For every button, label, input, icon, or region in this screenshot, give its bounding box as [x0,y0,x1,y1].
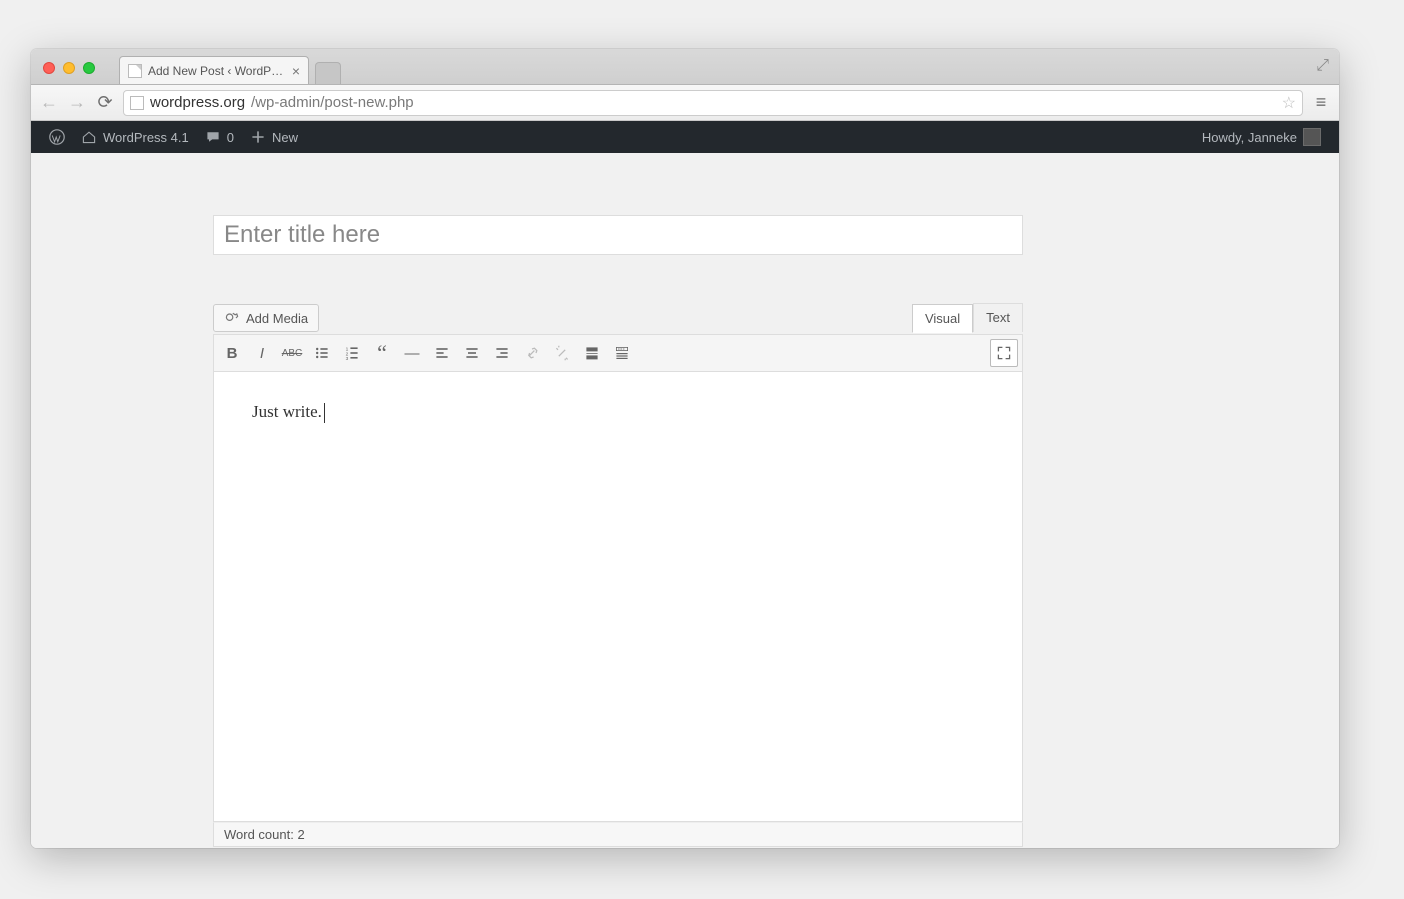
wordcount-value: 2 [297,827,304,842]
align-right-icon [494,345,510,361]
new-tab-button[interactable] [315,62,341,84]
reload-button[interactable]: ⟳ [95,92,115,113]
toolbar-toggle-button[interactable] [608,339,636,367]
align-left-icon [434,345,450,361]
editor-statusbar: Word count: 2 [213,822,1023,847]
read-more-button[interactable] [578,339,606,367]
blockquote-button[interactable]: “ [368,339,396,367]
text-cursor [324,403,325,423]
editor-toolbar: B I ABC 123 “ — [213,334,1023,372]
tab-title: Add New Post ‹ WordPress [148,64,286,78]
howdy-text: Howdy, Janneke [1202,130,1297,145]
link-icon [524,345,540,361]
kitchen-sink-icon [614,345,630,361]
comments-menu[interactable]: 0 [197,121,242,153]
window-controls [31,62,95,84]
avatar [1303,128,1321,146]
browser-toolbar: ← → ⟳ wordpress.org/wp-admin/post-new.ph… [31,85,1339,121]
horizontal-rule-button[interactable]: — [398,339,426,367]
browser-tab-strip: Add New Post ‹ WordPress × ⤢ [31,49,1339,85]
fullscreen-button[interactable] [990,339,1018,367]
align-center-button[interactable] [458,339,486,367]
window-close-button[interactable] [43,62,55,74]
new-content-menu[interactable]: New [242,121,306,153]
wp-admin-bar: WordPress 4.1 0 New Howdy, Janneke [31,121,1339,153]
back-button[interactable]: ← [39,92,59,113]
fullscreen-icon[interactable]: ⤢ [1316,57,1329,75]
post-title-input[interactable] [213,215,1023,255]
comment-icon [205,129,221,145]
expand-icon [996,345,1012,361]
tab-text[interactable]: Text [973,303,1023,332]
align-center-icon [464,345,480,361]
url-path: /wp-admin/post-new.php [251,94,414,111]
window-minimize-button[interactable] [63,62,75,74]
file-icon [128,64,142,78]
browser-tab[interactable]: Add New Post ‹ WordPress × [119,56,309,84]
svg-text:3: 3 [346,356,349,361]
wordpress-logo-icon [49,129,65,145]
browser-window: Add New Post ‹ WordPress × ⤢ ← → ⟳ wordp… [31,49,1339,848]
plus-icon [250,129,266,145]
numbered-list-icon: 123 [344,345,360,361]
read-more-icon [584,345,600,361]
url-host: wordpress.org [150,94,245,111]
bullet-list-button[interactable] [308,339,336,367]
browser-menu-button[interactable]: ≡ [1311,92,1331,113]
unlink-icon [554,345,570,361]
forward-button[interactable]: → [67,92,87,113]
editor-screen: Add Media Visual Text B I ABC 123 “ — [31,153,1339,848]
site-name-menu[interactable]: WordPress 4.1 [73,121,197,153]
italic-button[interactable]: I [248,339,276,367]
align-right-button[interactable] [488,339,516,367]
add-media-button[interactable]: Add Media [213,304,319,332]
add-media-label: Add Media [246,311,308,326]
account-menu[interactable]: Howdy, Janneke [1194,121,1329,153]
tab-visual[interactable]: Visual [912,304,973,333]
media-icon [224,310,240,326]
bookmark-star-icon[interactable]: ☆ [1282,93,1296,113]
strikethrough-button[interactable]: ABC [278,339,306,367]
address-bar[interactable]: wordpress.org/wp-admin/post-new.php ☆ [123,90,1303,116]
window-zoom-button[interactable] [83,62,95,74]
page-icon [130,96,144,110]
unlink-button[interactable] [548,339,576,367]
link-button[interactable] [518,339,546,367]
tab-close-icon[interactable]: × [292,64,300,78]
bullet-list-icon [314,345,330,361]
align-left-button[interactable] [428,339,456,367]
editor-content-text: Just write. [252,402,322,421]
wordcount-label: Word count: [224,827,294,842]
wp-logo-menu[interactable] [41,121,73,153]
home-icon [81,129,97,145]
content-editor[interactable]: Just write. [213,372,1023,822]
comments-count: 0 [227,130,234,145]
numbered-list-button[interactable]: 123 [338,339,366,367]
site-name-label: WordPress 4.1 [103,130,189,145]
new-label: New [272,130,298,145]
bold-button[interactable]: B [218,339,246,367]
